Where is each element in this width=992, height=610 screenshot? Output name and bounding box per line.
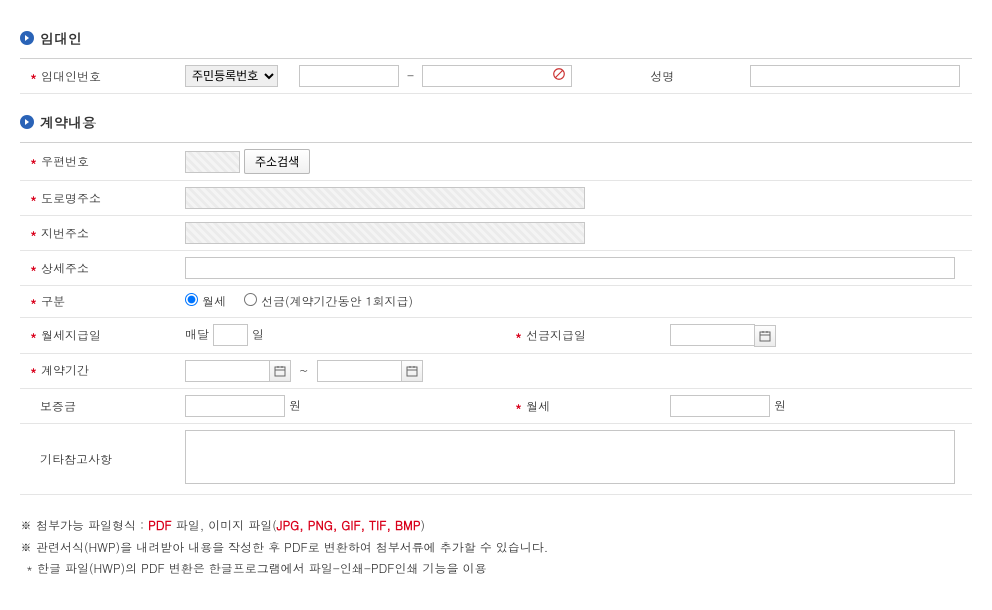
zip-cell: 주소검색 (175, 143, 972, 181)
type-prepaid-text: 선금(계약기간동안 1회지급) (261, 293, 413, 310)
period-end-input[interactable] (317, 360, 402, 382)
lot-addr-label: 지번주소 (20, 216, 175, 251)
footer-line3: * 한글 파일(HWP)의 PDF 변환은 한글프로그램에서 파일-인쇄-PDF… (20, 558, 972, 580)
landlord-table: 임대인번호 주민등록번호 - 성명 (20, 58, 972, 94)
landlord-number-part2[interactable] (422, 65, 572, 87)
type-monthly-radio[interactable] (185, 293, 198, 306)
contract-table: 우편번호 주소검색 도로명주소 지번주소 상세주소 구분 월세 (20, 142, 972, 495)
footer-line2: ※ 관련서식(HWP)을 내려받아 내용을 작성한 후 PDF로 변환하여 첨부… (20, 537, 972, 559)
deposit-unit: 원 (289, 397, 301, 414)
notes-label: 기타참고사항 (20, 424, 175, 495)
deposit-label: 보증금 (20, 389, 175, 424)
calendar-icon[interactable] (754, 325, 776, 347)
zip-input (185, 151, 240, 173)
landlord-number-type-select[interactable]: 주민등록번호 (185, 65, 278, 87)
prepaid-day-cell (660, 318, 972, 354)
pay-day-suffix: 일 (252, 326, 264, 343)
section-landlord-title: 임대인 (20, 28, 972, 48)
monthly-rent-label: 월세 (505, 389, 660, 424)
detail-addr-input[interactable] (185, 257, 955, 279)
type-cell: 월세 선금(계약기간동안 1회지급) (175, 286, 972, 318)
monthly-rent-cell: 원 (660, 389, 972, 424)
landlord-number-cell: 주민등록번호 (175, 59, 289, 94)
pay-day-label: 월세지급일 (20, 318, 175, 354)
eye-slash-icon[interactable] (552, 67, 566, 85)
footer-notes: ※ 첨부가능 파일형식 : PDF 파일, 이미지 파일(JPG, PNG, G… (20, 515, 972, 580)
pay-day-prefix: 매달 (185, 326, 209, 343)
landlord-name-input[interactable] (750, 65, 960, 87)
deposit-cell: 원 (175, 389, 505, 424)
footer-line1: ※ 첨부가능 파일형식 : PDF 파일, 이미지 파일(JPG, PNG, G… (20, 515, 972, 537)
type-monthly-label[interactable]: 월세 (185, 293, 230, 310)
pay-day-input[interactable] (213, 324, 248, 346)
type-label: 구분 (20, 286, 175, 318)
lot-addr-input (185, 222, 585, 244)
calendar-icon[interactable] (401, 360, 423, 382)
zip-label: 우편번호 (20, 143, 175, 181)
road-addr-label: 도로명주소 (20, 181, 175, 216)
dash-separator: - (407, 67, 414, 84)
monthly-rent-input[interactable] (670, 395, 770, 417)
type-prepaid-label[interactable]: 선금(계약기간동안 1회지급) (244, 293, 413, 310)
type-prepaid-radio[interactable] (244, 293, 257, 306)
prepaid-day-label: 선금지급일 (505, 318, 660, 354)
section-contract-title: 계약내용 (20, 112, 972, 132)
monthly-rent-unit: 원 (774, 397, 786, 414)
detail-addr-cell (175, 251, 972, 286)
notes-textarea[interactable] (185, 430, 955, 484)
landlord-number-inputs: - (289, 59, 585, 94)
landlord-name-cell (740, 59, 972, 94)
notes-cell (175, 424, 972, 495)
period-cell: ~ (175, 353, 972, 389)
period-separator: ~ (299, 362, 309, 379)
arrow-right-icon (20, 31, 34, 45)
road-addr-cell (175, 181, 972, 216)
arrow-right-icon (20, 115, 34, 129)
section-landlord-text: 임대인 (40, 28, 82, 48)
prepaid-date-input[interactable] (670, 324, 755, 346)
landlord-name-label: 성명 (585, 59, 740, 94)
landlord-number-part1[interactable] (299, 65, 399, 87)
lot-addr-cell (175, 216, 972, 251)
pay-day-cell: 매달 일 (175, 318, 505, 354)
detail-addr-label: 상세주소 (20, 251, 175, 286)
deposit-input[interactable] (185, 395, 285, 417)
type-monthly-text: 월세 (202, 293, 226, 310)
address-search-button[interactable]: 주소검색 (244, 149, 310, 174)
landlord-number-label: 임대인번호 (20, 59, 175, 94)
period-start-input[interactable] (185, 360, 270, 382)
period-label: 계약기간 (20, 353, 175, 389)
calendar-icon[interactable] (269, 360, 291, 382)
section-contract-text: 계약내용 (40, 112, 96, 132)
road-addr-input (185, 187, 585, 209)
